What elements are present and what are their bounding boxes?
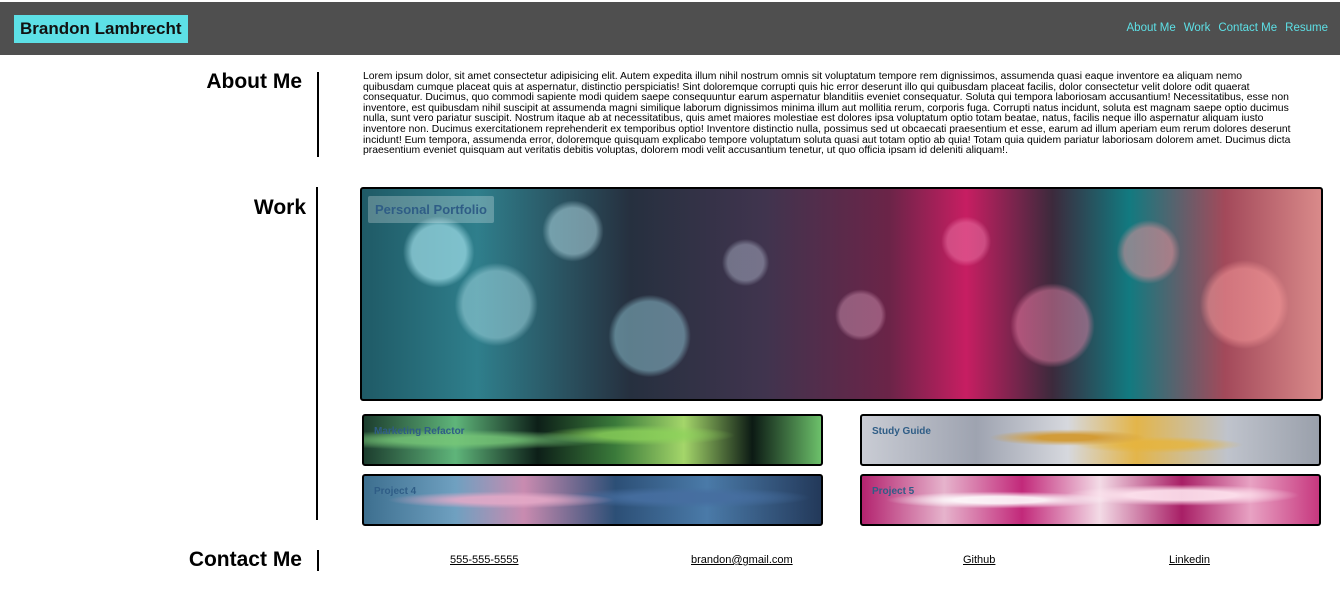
contact-divider — [317, 550, 319, 571]
phone-link[interactable]: 555-555-5555 — [450, 554, 519, 566]
project-card-marketing-refactor[interactable]: Marketing Refactor — [362, 414, 823, 466]
about-paragraph: Lorem ipsum dolor, sit amet consectetur … — [363, 71, 1291, 157]
contact-heading: Contact Me — [188, 548, 302, 571]
project-title: Project 4 — [374, 486, 417, 497]
about-divider — [317, 72, 319, 157]
nav-work[interactable]: Work — [1184, 22, 1211, 34]
about-heading: About Me — [206, 70, 302, 93]
project-title: Personal Portfolio — [368, 196, 494, 223]
site-header: Brandon Lambrecht About Me Work Contact … — [0, 2, 1340, 55]
work-heading: Work — [253, 196, 306, 219]
linkedin-link[interactable]: Linkedin — [1169, 554, 1210, 566]
nav-resume[interactable]: Resume — [1285, 22, 1328, 34]
github-link[interactable]: Github — [963, 554, 995, 566]
project-title: Marketing Refactor — [374, 426, 465, 437]
project-title: Project 5 — [872, 486, 915, 497]
brand-name[interactable]: Brandon Lambrecht — [14, 15, 188, 43]
main-nav: About Me Work Contact Me Resume — [1127, 22, 1329, 34]
project-card-project-4[interactable]: Project 4 — [362, 474, 823, 526]
nav-about[interactable]: About Me — [1127, 22, 1176, 34]
work-divider — [316, 187, 318, 520]
email-link[interactable]: brandon@gmail.com — [691, 554, 793, 566]
nav-contact[interactable]: Contact Me — [1218, 22, 1277, 34]
project-card-study-guide[interactable]: Study Guide — [860, 414, 1321, 466]
project-title: Study Guide — [872, 426, 931, 437]
project-card-project-5[interactable]: Project 5 — [860, 474, 1321, 526]
project-card-personal-portfolio[interactable]: Personal Portfolio — [360, 187, 1323, 401]
